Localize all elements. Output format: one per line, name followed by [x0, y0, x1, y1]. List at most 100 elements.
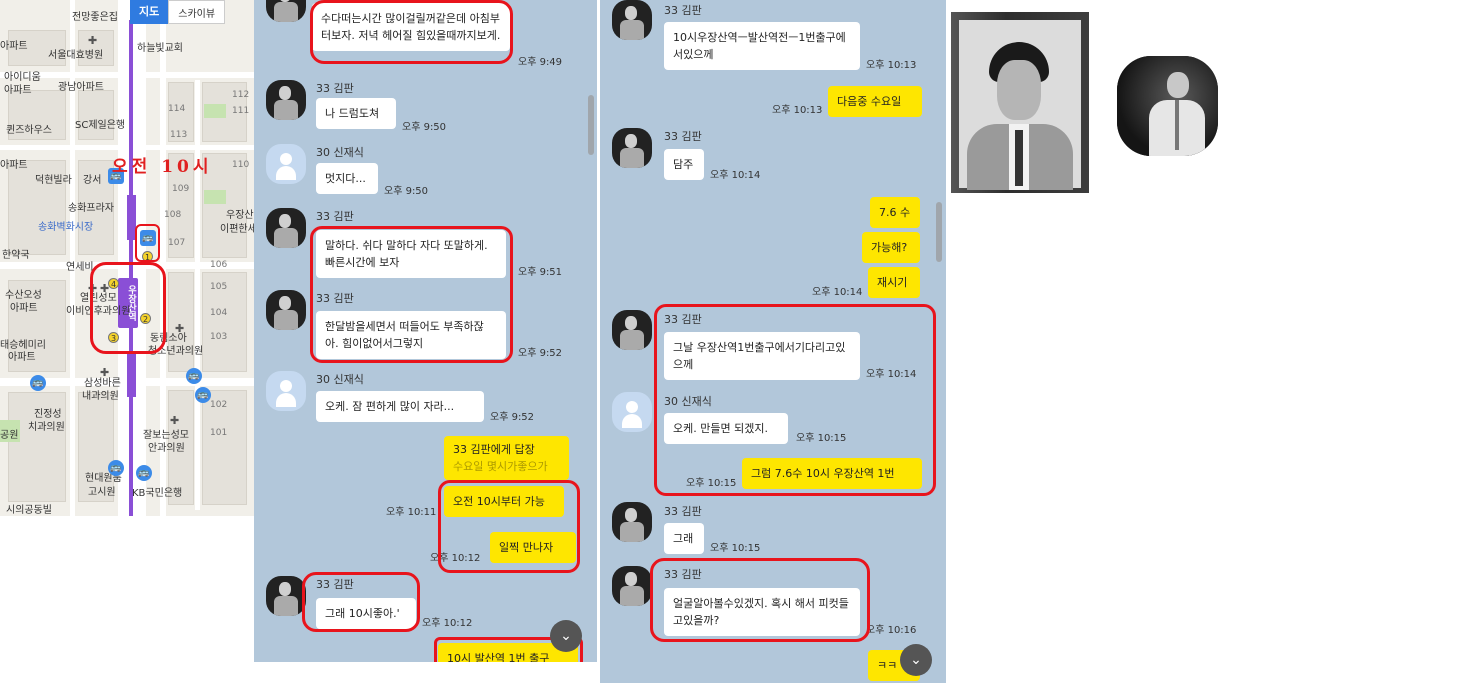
place-label: 아파트	[8, 352, 36, 363]
place-label: 시의공동빌	[6, 505, 52, 516]
place-label: 수산오성	[5, 290, 42, 301]
sender-name: 33 김판	[316, 210, 354, 223]
place-label[interactable]: 안과의원	[148, 443, 185, 455]
hospital-icon: ✚	[88, 34, 98, 47]
scroll-down-button[interactable]: ⌄	[550, 620, 582, 652]
place-label: 아파트	[10, 303, 38, 314]
place-label[interactable]: 치과의원	[28, 422, 65, 434]
building-number: 111	[232, 106, 250, 116]
default-avatar[interactable]	[266, 371, 306, 411]
place-label[interactable]: 내과의원	[82, 391, 119, 403]
bus-stop-icon[interactable]: 🚌	[136, 465, 152, 481]
sender-name: 33 김판	[664, 130, 702, 143]
place-label[interactable]: 진정성	[34, 409, 62, 421]
message-bubble[interactable]: 가능해?	[862, 232, 920, 263]
chat-window-1[interactable]: 수다떠는시간 많이걸릴꺼같은데 아침부터보자. 저녁 헤어질 힘있을때까지보게.…	[254, 0, 597, 662]
scrollbar-thumb[interactable]	[936, 202, 942, 262]
message-time: 오후 10:14	[812, 287, 863, 298]
place-label[interactable]: 하늘빛교회	[137, 43, 183, 55]
avatar[interactable]	[266, 0, 306, 22]
bus-stop-icon[interactable]: 🚌	[108, 460, 124, 476]
avatar[interactable]	[266, 576, 306, 616]
profile-photo[interactable]	[1117, 56, 1218, 156]
place-label: 광남아파트	[58, 82, 104, 93]
portrait-photo[interactable]	[951, 12, 1089, 193]
bus-stop-icon[interactable]: 🚌	[186, 368, 202, 384]
place-label: 태승헤미리	[0, 340, 46, 351]
sender-name: 33 김판	[316, 82, 354, 95]
place-label: 아파트	[4, 85, 32, 96]
place-label: 덕현빌라	[35, 175, 72, 186]
building-number: 112	[232, 90, 250, 100]
sender-name: 33 김판	[664, 4, 702, 17]
message-bubble[interactable]: 담주	[664, 149, 704, 180]
highlight-box	[654, 304, 936, 496]
place-label[interactable]: SC제일은행	[75, 120, 125, 132]
highlight-box	[438, 480, 580, 573]
building-number: 107	[168, 238, 186, 248]
building-number: 110	[232, 160, 250, 170]
message-bubble[interactable]: 7.6 수	[870, 197, 920, 228]
highlight-box	[135, 224, 160, 262]
place-label: 아파트	[0, 41, 28, 52]
message-time: 오후 9:49	[518, 57, 563, 68]
message-bubble[interactable]: 재시기	[868, 267, 920, 298]
building-number: 114	[168, 104, 186, 114]
bus-stop-icon[interactable]: 🚌	[30, 375, 46, 391]
place-label: 강서	[83, 175, 102, 186]
avatar[interactable]	[612, 128, 652, 168]
message-time: 오후 10:13	[772, 105, 823, 116]
message-time: 오후 9:50	[402, 122, 447, 133]
message-bubble[interactable]: 그래	[664, 523, 704, 554]
place-label[interactable]: 삼성바른	[84, 378, 121, 390]
message-time: 오후 9:50	[384, 186, 429, 197]
place-label[interactable]: 서울대효병원	[48, 50, 103, 62]
sender-name: 30 신재식	[316, 373, 364, 386]
building-number: 102	[210, 400, 228, 410]
hospital-icon: ✚	[170, 414, 180, 427]
place-label: 연세비	[66, 262, 94, 273]
message-time: 오후 10:14	[710, 170, 761, 181]
building-number: 105	[210, 282, 228, 292]
place-label[interactable]: 전망좋은집	[72, 12, 118, 24]
building-number: 109	[172, 184, 190, 194]
chat-window-2[interactable]: 33 김판 10시우장산역ㅡ발산역전ㅡ1번출구에서있으께 오후 10:13 다음…	[600, 0, 946, 683]
building-number: 113	[170, 130, 188, 140]
building-number: 108	[164, 210, 182, 220]
building-number: 101	[210, 428, 228, 438]
reply-quote: 수요일 몇시가좋으가	[453, 460, 548, 473]
avatar[interactable]	[266, 80, 306, 120]
tab-skyview[interactable]: 스카이뷰	[168, 0, 226, 24]
map-panel[interactable]: 우장산역 114 113 112 111 110 109 108 107 106…	[0, 0, 254, 516]
place-label: 아이디움	[4, 72, 41, 83]
highlight-box	[310, 226, 513, 363]
default-avatar[interactable]	[266, 144, 306, 184]
place-label: 이편한세	[220, 224, 254, 235]
scroll-down-button[interactable]: ⌄	[900, 644, 932, 676]
place-label[interactable]: KB국민은행	[132, 488, 182, 500]
message-bubble[interactable]: 오케. 잠 편하게 많이 자라...	[316, 391, 484, 422]
place-label[interactable]: 잘보는성모	[143, 430, 189, 442]
reply-bubble[interactable]: 33 김판에게 답장 수요일 몇시가좋으가	[444, 436, 569, 480]
default-avatar[interactable]	[612, 392, 652, 432]
place-label[interactable]: 송화벽화시장	[38, 222, 93, 234]
tab-map[interactable]: 지도	[130, 0, 169, 24]
message-time: 오후 10:13	[866, 60, 917, 71]
scrollbar-thumb[interactable]	[588, 95, 594, 155]
bus-stop-icon[interactable]: 🚌	[195, 387, 211, 403]
avatar[interactable]	[612, 310, 652, 350]
avatar[interactable]	[612, 502, 652, 542]
place-label: 우장산	[226, 210, 254, 221]
handwritten-annotation: 오전 10시	[112, 157, 213, 177]
message-bubble[interactable]: 멋지다...	[316, 163, 378, 194]
message-time: 오후 10:15	[710, 543, 761, 554]
avatar[interactable]	[612, 566, 652, 606]
message-bubble[interactable]: 다음중 수요일	[828, 86, 922, 117]
avatar[interactable]	[266, 290, 306, 330]
avatar[interactable]	[612, 0, 652, 40]
avatar[interactable]	[266, 208, 306, 248]
place-label: 아파트	[0, 160, 28, 171]
message-bubble[interactable]: 나 드럼도쳐	[316, 98, 396, 129]
message-bubble[interactable]: 10시우장산역ㅡ발산역전ㅡ1번출구에서있으께	[664, 22, 860, 70]
reply-header: 33 김판에게 답장	[453, 443, 535, 456]
